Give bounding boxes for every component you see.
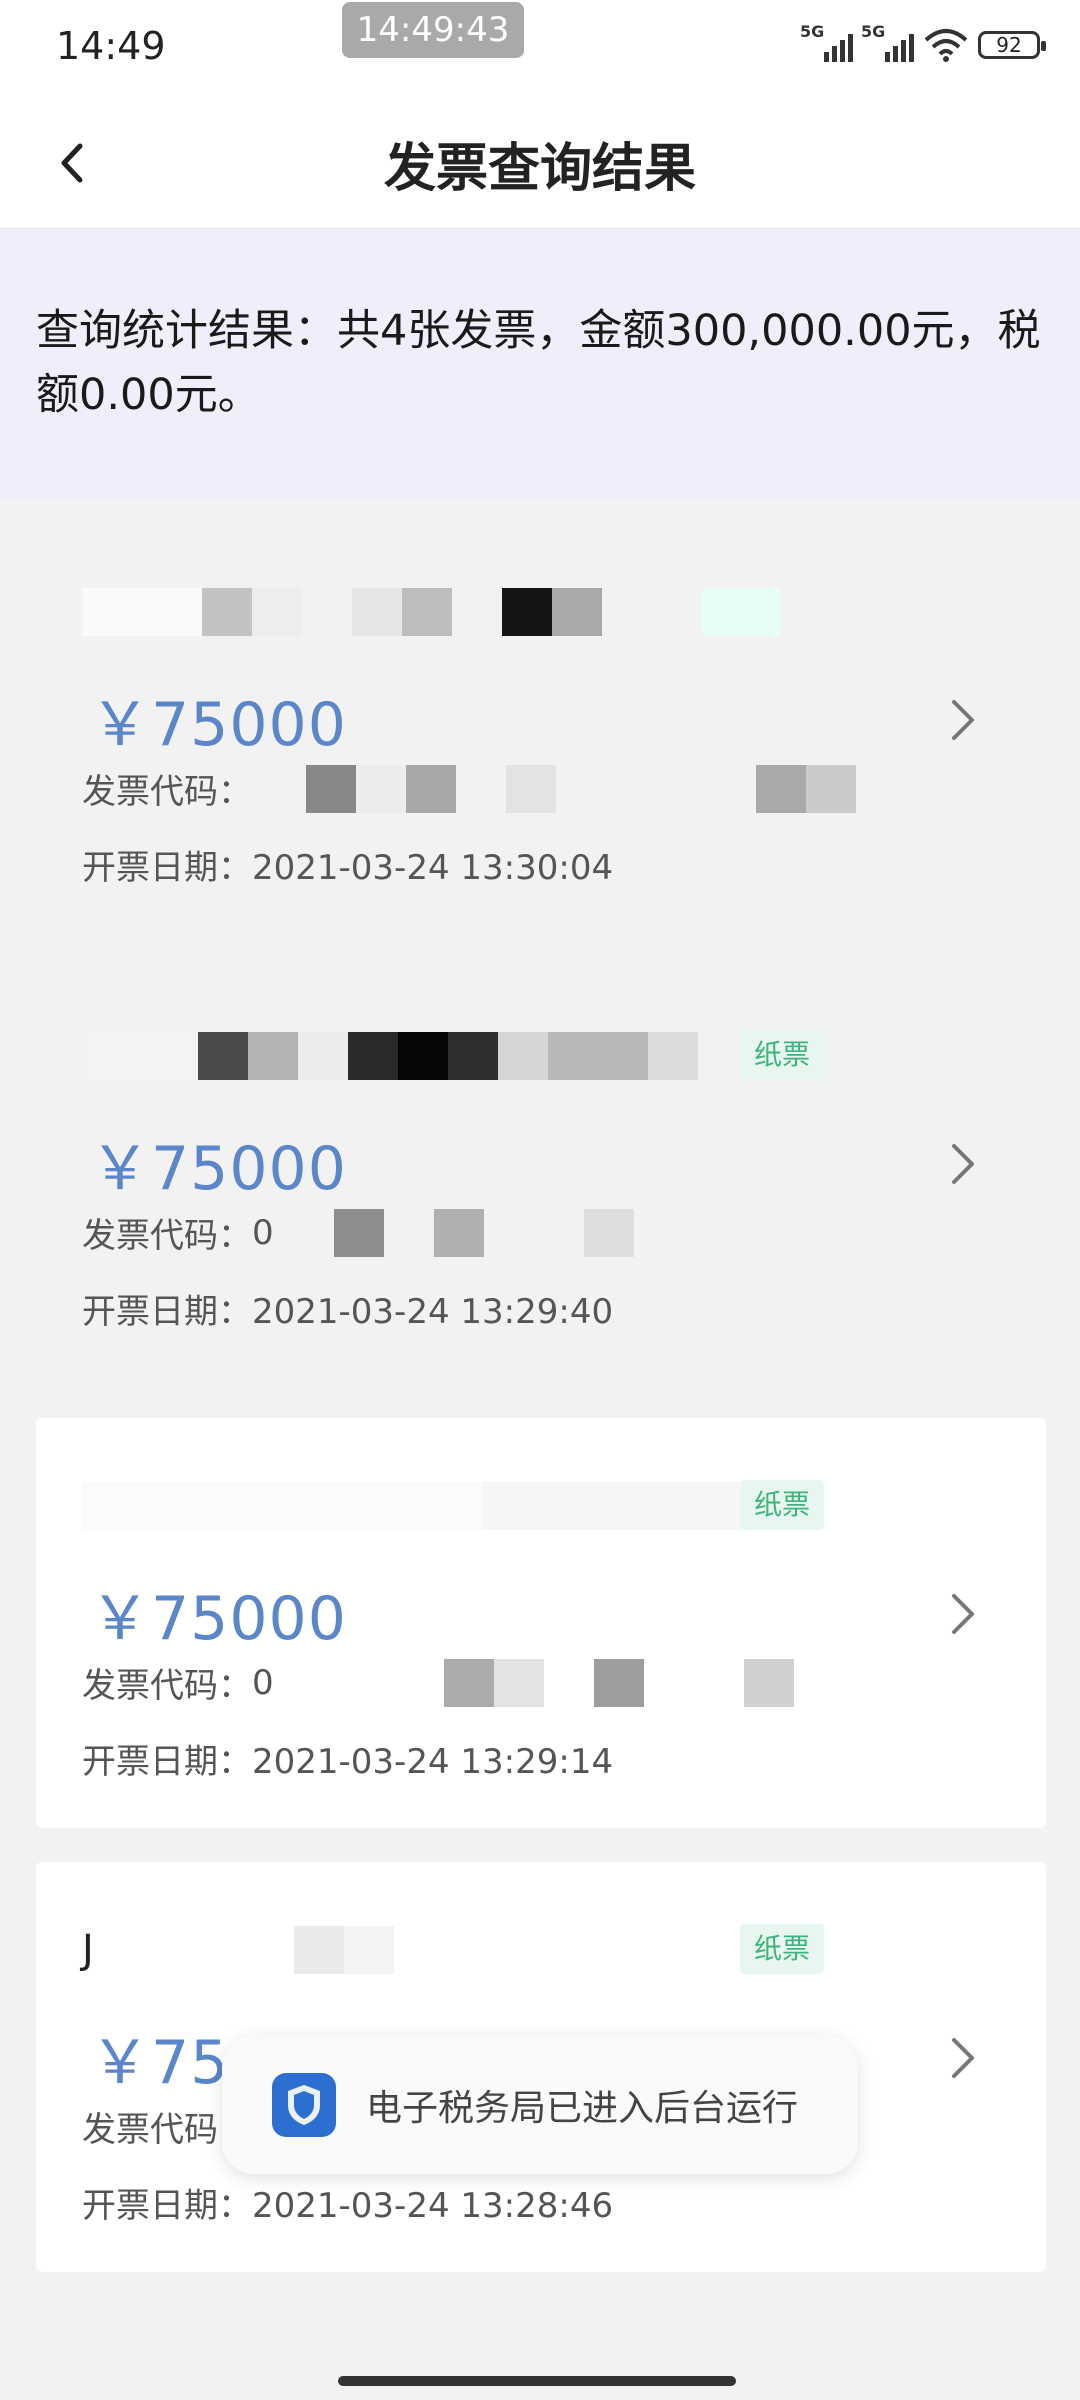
invoice-amount: ￥75000: [90, 1134, 347, 1204]
wifi-icon: [924, 29, 968, 62]
page-title: 发票查询结果: [383, 139, 696, 199]
paper-invoice-badge: 纸票: [740, 1480, 824, 1530]
invoice-amount: ￥75000: [90, 690, 347, 760]
chevron-right-icon[interactable]: [944, 692, 984, 748]
company-name-redacted: [82, 1028, 698, 1084]
invoice-code-value: 0: [252, 1662, 274, 1703]
invoice-date-label: 开票日期：: [82, 1742, 252, 1782]
header: 发票查询结果: [0, 98, 1080, 229]
paper-invoice-badge: 纸票: [740, 1924, 824, 1974]
invoice-card[interactable]: 纸票 ￥75000 发票代码： 0 开票日期：2021-03-24 13:29:4…: [36, 968, 1046, 1378]
invoice-amount: ￥75000: [90, 1584, 347, 1654]
invoice-date: 开票日期：2021-03-24 13:28:46: [82, 2178, 613, 2227]
chevron-right-icon[interactable]: [944, 2030, 984, 2086]
invoice-code-label: 发票代码：: [82, 1216, 252, 1256]
invoice-date-label: 开票日期：: [82, 1292, 252, 1332]
invoice-date: 开票日期：2021-03-24 13:29:14: [82, 1734, 613, 1783]
company-name-redacted: J: [82, 1922, 394, 1978]
invoice-date-value: 2021-03-24 13:29:14: [252, 1742, 614, 1782]
screenshot-time-badge: 14:49:43: [342, 2, 524, 58]
chevron-right-icon[interactable]: [944, 1586, 984, 1642]
company-name-redacted: [82, 1478, 742, 1534]
status-icons: 5G 5G 92: [800, 22, 1046, 62]
company-name-redacted: [82, 584, 780, 640]
invoice-card[interactable]: ￥75000 发票代码： 开票日期：2021-03-24 13:30:04: [36, 524, 1046, 934]
invoice-date-value: 2021-03-24 13:28:46: [252, 2186, 614, 2226]
invoice-date-value: 2021-03-24 13:30:04: [252, 848, 614, 888]
background-run-toast: 电子税务局已进入后台运行: [222, 2036, 858, 2174]
tax-bureau-app-icon: [272, 2073, 336, 2137]
invoice-code: 发票代码：: [82, 764, 856, 813]
summary-text: 查询统计结果：共4张发票，金额300,000.00元，税额0.00元。: [36, 306, 1041, 420]
battery-level: 92: [996, 33, 1022, 57]
invoice-code-label: 发票代码: [82, 2110, 218, 2150]
invoice-code: 发票代码： 0: [82, 1658, 794, 1707]
signal-icon: 5G: [800, 22, 853, 62]
status-bar: 14:49 14:49:43 5G 5G 92: [0, 0, 1080, 98]
paper-invoice-badge: 纸票: [740, 1030, 824, 1080]
chevron-right-icon[interactable]: [944, 1136, 984, 1192]
invoice-date-label: 开票日期：: [82, 848, 252, 888]
invoice-date-value: 2021-03-24 13:29:40: [252, 1292, 614, 1332]
toast-text: 电子税务局已进入后台运行: [366, 2088, 799, 2129]
invoice-code-label: 发票代码：: [82, 1666, 252, 1706]
invoice-code-value: 0: [252, 1212, 274, 1253]
signal-icon: 5G: [861, 22, 914, 62]
invoice-code: 发票代码: [82, 2102, 218, 2151]
invoice-card[interactable]: 纸票 ￥75000 发票代码： 0 开票日期：2021-03-24 13:29:1…: [36, 1418, 1046, 1828]
invoice-code-label: 发票代码：: [82, 772, 252, 812]
home-indicator[interactable]: [338, 2376, 736, 2386]
company-initial: J: [82, 1927, 94, 1973]
invoice-code: 发票代码： 0: [82, 1208, 634, 1257]
invoice-date: 开票日期：2021-03-24 13:30:04: [82, 840, 613, 889]
status-time: 14:49: [56, 24, 166, 68]
invoice-date-label: 开票日期：: [82, 2186, 252, 2226]
invoice-date: 开票日期：2021-03-24 13:29:40: [82, 1284, 613, 1333]
battery-icon: 92: [978, 31, 1046, 59]
query-summary: 查询统计结果：共4张发票，金额300,000.00元，税额0.00元。: [0, 229, 1080, 499]
